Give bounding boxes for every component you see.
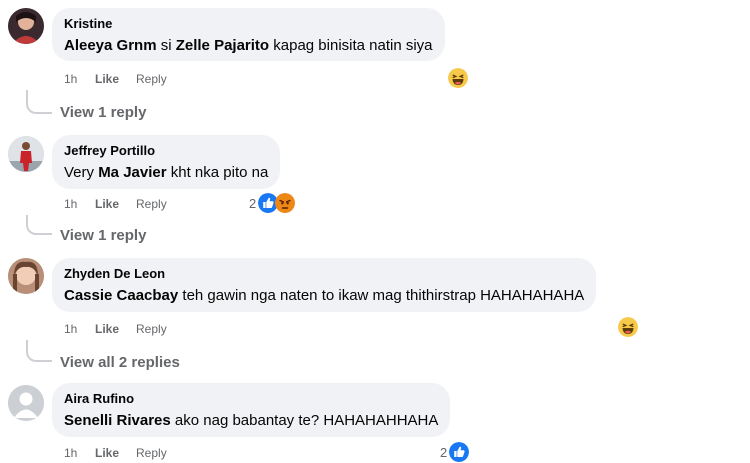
reply-button[interactable]: Reply <box>136 71 167 87</box>
like-button[interactable]: Like <box>95 196 119 212</box>
reaction-summary[interactable] <box>448 68 468 88</box>
mention-link[interactable]: Senelli Rivares <box>64 412 171 429</box>
haha-icon <box>618 317 638 337</box>
reply-button[interactable]: Reply <box>136 196 167 212</box>
comment-author[interactable]: Jeffrey Portillo <box>64 143 268 159</box>
mention-link[interactable]: Aleeya Grnm <box>64 37 157 54</box>
comment-bubble: Zhyden De Leon Cassie Caacbay teh gawin … <box>52 258 597 312</box>
timestamp[interactable]: 1h <box>64 321 95 337</box>
comment-actions: 1h Like Reply <box>64 321 167 337</box>
comment-author[interactable]: Zhyden De Leon <box>64 266 584 282</box>
reply-button[interactable]: Reply <box>136 445 167 461</box>
view-replies-link[interactable]: View 1 reply <box>60 104 146 122</box>
comment-text: Very Ma Javier kht nka pito na <box>64 164 269 181</box>
comment-bubble: Aira Rufino Senelli Rivares ako nag baba… <box>52 383 451 437</box>
view-replies-link[interactable]: View 1 reply <box>60 227 146 245</box>
comment-text: Aleeya Grnm si Zelle Pajarito kapag bini… <box>64 37 433 54</box>
like-button[interactable]: Like <box>95 445 119 461</box>
comment-author[interactable]: Aira Rufino <box>64 391 438 407</box>
reply-thread-line <box>26 215 52 235</box>
comment-bubble: Jeffrey Portillo Very Ma Javier kht nka … <box>52 135 281 189</box>
comment-actions: 1h Like Reply <box>64 196 167 212</box>
timestamp[interactable]: 1h <box>64 71 95 87</box>
reaction-summary[interactable]: 2 <box>440 442 469 462</box>
mention-link[interactable]: Ma Javier <box>98 164 166 181</box>
reaction-count: 2 <box>249 195 257 211</box>
view-replies-link[interactable]: View all 2 replies <box>60 354 180 372</box>
comment-bubble: Kristine Aleeya Grnm si Zelle Pajarito k… <box>52 8 445 61</box>
timestamp[interactable]: 1h <box>64 196 95 212</box>
like-button[interactable]: Like <box>95 321 119 337</box>
like-button[interactable]: Like <box>95 71 119 87</box>
reaction-count: 2 <box>440 444 448 460</box>
timestamp[interactable]: 1h <box>64 445 95 461</box>
mention-link[interactable]: Zelle Pajarito <box>176 37 269 54</box>
reply-thread-line <box>26 340 52 362</box>
comment-text: Senelli Rivares ako nag babantay te? HAH… <box>64 412 439 429</box>
comment-actions: 1h Like Reply <box>64 71 167 87</box>
avatar[interactable] <box>8 258 44 294</box>
comment-author[interactable]: Kristine <box>64 16 433 32</box>
thumbs-up-icon <box>449 442 469 462</box>
reaction-summary[interactable] <box>618 317 638 337</box>
mention-link[interactable]: Cassie Caacbay <box>64 287 178 304</box>
comment-text: Cassie Caacbay teh gawin nga naten to ik… <box>64 287 585 304</box>
angry-icon <box>275 193 295 213</box>
avatar[interactable] <box>8 385 44 421</box>
haha-icon <box>448 68 468 88</box>
reply-button[interactable]: Reply <box>136 321 167 337</box>
reply-thread-line <box>26 90 52 114</box>
avatar[interactable] <box>8 136 44 172</box>
avatar[interactable] <box>8 8 44 44</box>
comment-actions: 1h Like Reply <box>64 445 167 461</box>
reaction-summary[interactable]: 2 <box>249 193 295 213</box>
